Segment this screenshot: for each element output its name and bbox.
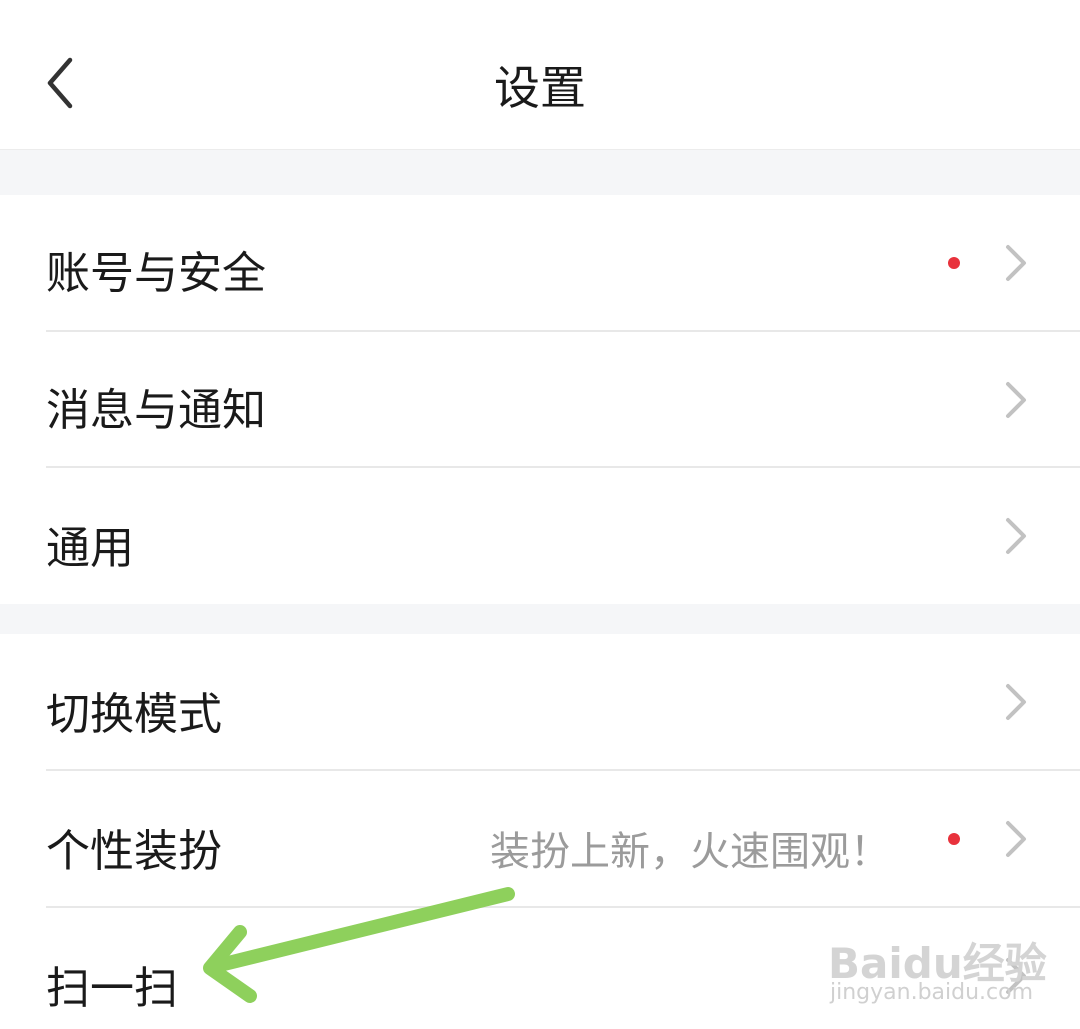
section-gap [0, 150, 1080, 195]
chevron-right-icon [1006, 382, 1026, 418]
settings-item-label: 切换模式 [46, 689, 222, 740]
notification-dot [948, 257, 960, 269]
baidu-watermark: Baidu经验 jingyan.baidu.com [828, 912, 1068, 1022]
settings-item-general[interactable]: 通用 [0, 468, 1080, 604]
green-arrow-annotation [203, 887, 515, 1003]
settings-item-label: 账号与安全 [46, 248, 266, 299]
settings-item-label: 消息与通知 [46, 385, 266, 436]
settings-item-label: 个性装扮 [46, 826, 222, 877]
section-gap [0, 604, 1080, 634]
top-bar: 设置 [0, 0, 1080, 150]
settings-item-personalization[interactable]: 个性装扮 装扮上新，火速围观！ [0, 771, 1080, 906]
chevron-right-icon [1006, 518, 1026, 554]
notification-dot [948, 833, 960, 845]
watermark-subtext: jingyan.baidu.com [830, 980, 1034, 1005]
page-title: 设置 [494, 61, 586, 115]
promo-hint-text: 装扮上新，火速围观！ [490, 829, 890, 875]
chevron-right-icon [1006, 245, 1026, 281]
settings-item-messages-notifications[interactable]: 消息与通知 [0, 332, 1080, 467]
settings-item-label: 扫一扫 [46, 963, 178, 1014]
settings-item-label: 通用 [46, 523, 134, 574]
chevron-right-icon [1006, 821, 1026, 857]
settings-item-account-security[interactable]: 账号与安全 [0, 195, 1080, 331]
chevron-right-icon [1006, 684, 1026, 720]
settings-item-switch-mode[interactable]: 切换模式 [0, 634, 1080, 769]
